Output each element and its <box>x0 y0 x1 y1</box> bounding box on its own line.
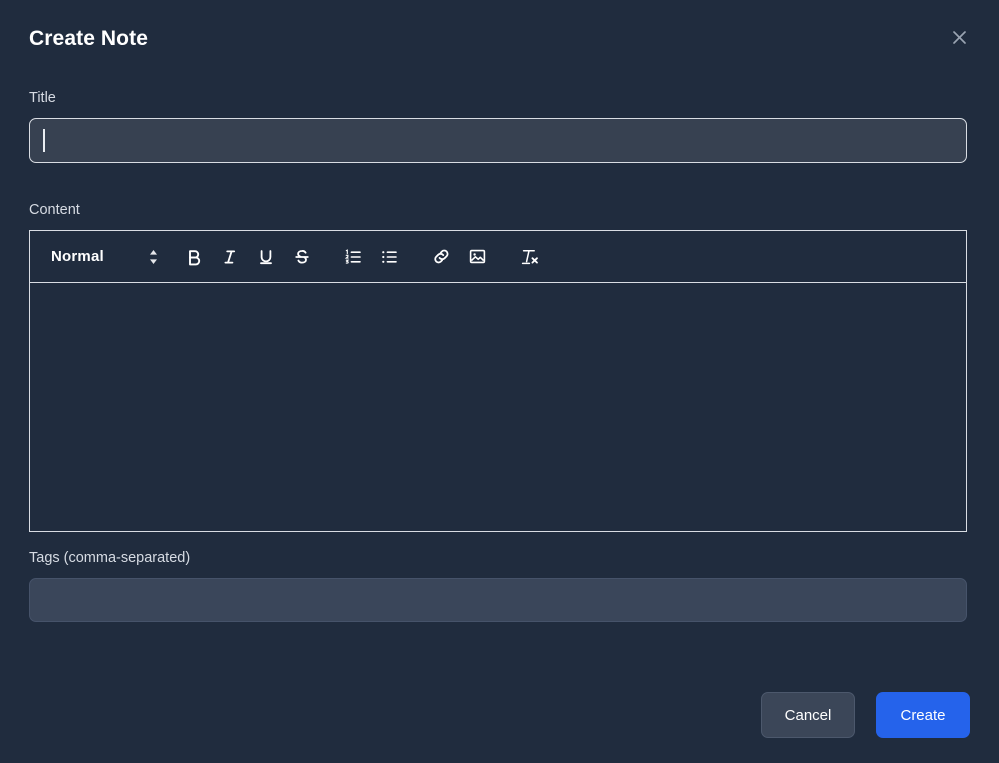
bold-button[interactable] <box>179 242 209 272</box>
image-icon[interactable] <box>463 242 493 272</box>
strikethrough-button[interactable] <box>287 242 317 272</box>
clear-formatting-icon[interactable] <box>515 242 545 272</box>
rich-text-editor: Normal <box>29 230 967 532</box>
chevron-updown-icon <box>148 248 159 266</box>
format-select[interactable]: Normal <box>51 241 159 273</box>
content-editor-body[interactable] <box>30 283 966 531</box>
page-title: Create Note <box>29 27 148 50</box>
close-icon[interactable] <box>946 24 972 50</box>
create-note-dialog: Create Note Title Content Normal Tags (c… <box>0 0 999 763</box>
link-icon[interactable] <box>427 242 457 272</box>
bullet-list-button[interactable] <box>375 242 405 272</box>
format-select-value: Normal <box>51 248 104 265</box>
tags-field-label: Tags (comma-separated) <box>29 550 191 566</box>
content-field-label: Content <box>29 202 80 218</box>
text-cursor <box>43 129 45 152</box>
cancel-button[interactable]: Cancel <box>761 692 855 738</box>
dialog-header: Create Note <box>29 22 970 56</box>
underline-button[interactable] <box>251 242 281 272</box>
italic-button[interactable] <box>215 242 245 272</box>
editor-toolbar: Normal <box>30 231 966 283</box>
dialog-footer: Cancel Create <box>761 692 970 738</box>
tags-input[interactable] <box>29 578 967 622</box>
ordered-list-button[interactable] <box>339 242 369 272</box>
title-input[interactable] <box>29 118 967 163</box>
create-button[interactable]: Create <box>876 692 970 738</box>
title-field-label: Title <box>29 90 56 106</box>
